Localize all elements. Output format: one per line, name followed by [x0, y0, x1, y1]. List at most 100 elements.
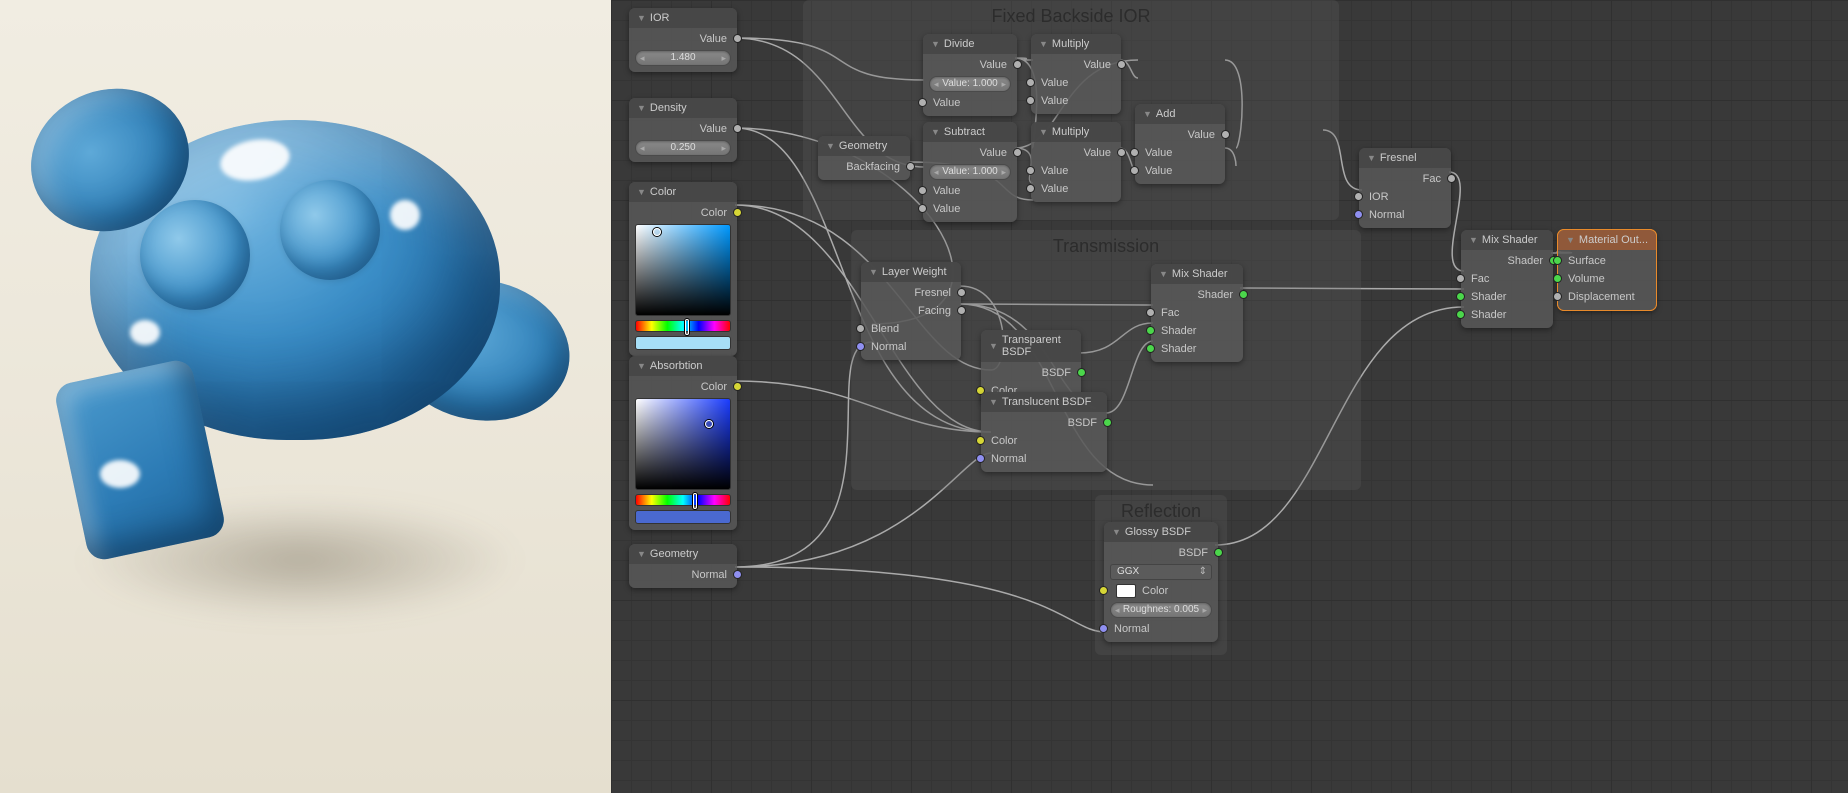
output-shader: Shader — [1461, 252, 1553, 270]
frame-title: Transmission — [851, 230, 1361, 263]
socket-out[interactable] — [1103, 418, 1112, 427]
node-layer-weight[interactable]: ▼Layer Weight Fresnel Facing Blend Norma… — [861, 262, 961, 360]
distribution-select[interactable]: GGX — [1110, 564, 1212, 580]
socket-in[interactable] — [1130, 166, 1139, 175]
collapse-icon[interactable]: ▼ — [1039, 39, 1048, 49]
roughness-field[interactable]: Roughnes: 0.005 — [1110, 602, 1212, 618]
collapse-icon[interactable]: ▼ — [1566, 235, 1575, 245]
socket-out[interactable] — [1013, 60, 1022, 69]
collapse-icon[interactable]: ▼ — [989, 397, 998, 407]
socket-out[interactable] — [733, 570, 742, 579]
node-glossy-bsdf[interactable]: ▼Glossy BSDF BSDF GGX Color Roughnes: 0.… — [1104, 522, 1218, 642]
collapse-icon[interactable]: ▼ — [1143, 109, 1152, 119]
socket-out[interactable] — [957, 306, 966, 315]
socket-out[interactable] — [906, 162, 915, 171]
socket-in[interactable] — [1026, 184, 1035, 193]
collapse-icon[interactable]: ▼ — [637, 187, 646, 197]
output-value: Value — [1031, 144, 1121, 162]
node-divide[interactable]: ▼Divide Value Value: 1.000 Value — [923, 34, 1017, 116]
socket-in[interactable] — [1456, 310, 1465, 319]
output-value: Value — [1031, 56, 1121, 74]
collapse-icon[interactable]: ▼ — [826, 141, 835, 151]
node-add[interactable]: ▼Add Value Value Value — [1135, 104, 1225, 184]
node-density[interactable]: ▼Density Value 0.250 — [629, 98, 737, 162]
socket-out[interactable] — [1221, 130, 1230, 139]
socket-out[interactable] — [1117, 60, 1126, 69]
socket-out[interactable] — [1013, 148, 1022, 157]
socket-in[interactable] — [1026, 78, 1035, 87]
socket-out[interactable] — [1117, 148, 1126, 157]
input-top[interactable]: Value: 1.000 — [929, 76, 1011, 92]
node-multiply[interactable]: ▼Multiply Value Value Value — [1031, 34, 1121, 114]
socket-out[interactable] — [733, 34, 742, 43]
socket-in[interactable] — [1130, 148, 1139, 157]
node-mix-shader[interactable]: ▼Mix Shader Shader Fac Shader Shader — [1461, 230, 1553, 328]
socket-in[interactable] — [918, 98, 927, 107]
output-fac: Fac — [1359, 170, 1451, 188]
socket-out[interactable] — [733, 208, 742, 217]
color-picker[interactable] — [635, 398, 731, 524]
socket-in[interactable] — [1146, 308, 1155, 317]
socket-in[interactable] — [1553, 256, 1562, 265]
socket-in[interactable] — [1146, 344, 1155, 353]
node-translucent-bsdf[interactable]: ▼Translucent BSDF BSDF Color Normal — [981, 392, 1107, 472]
node-editor[interactable]: .w{stroke:#aaa;stroke-width:1.5;fill:non… — [611, 0, 1848, 793]
socket-in[interactable] — [918, 186, 927, 195]
node-fresnel[interactable]: ▼Fresnel Fac IOR Normal — [1359, 148, 1451, 228]
color-swatch[interactable] — [1116, 584, 1136, 598]
socket-out[interactable] — [1447, 174, 1456, 183]
node-color[interactable]: ▼Color Color — [629, 182, 737, 356]
socket-in[interactable] — [1099, 586, 1108, 595]
socket-in[interactable] — [1456, 274, 1465, 283]
value-field[interactable]: 0.250 — [635, 140, 731, 156]
node-geometry-backfacing[interactable]: ▼Geometry Backfacing — [818, 136, 910, 180]
socket-in[interactable] — [976, 454, 985, 463]
collapse-icon[interactable]: ▼ — [637, 13, 646, 23]
socket-in[interactable] — [1026, 166, 1035, 175]
collapse-icon[interactable]: ▼ — [1112, 527, 1121, 537]
socket-in[interactable] — [1026, 96, 1035, 105]
collapse-icon[interactable]: ▼ — [989, 341, 998, 351]
socket-in[interactable] — [976, 436, 985, 445]
socket-out[interactable] — [1239, 290, 1248, 299]
socket-in[interactable] — [1553, 292, 1562, 301]
node-ior[interactable]: ▼IOR Value 1.480 — [629, 8, 737, 72]
socket-out[interactable] — [1214, 548, 1223, 557]
socket-in[interactable] — [856, 342, 865, 351]
collapse-icon[interactable]: ▼ — [1039, 127, 1048, 137]
collapse-icon[interactable]: ▼ — [869, 267, 878, 277]
collapse-icon[interactable]: ▼ — [637, 361, 646, 371]
socket-in[interactable] — [1099, 624, 1108, 633]
socket-out[interactable] — [957, 288, 966, 297]
socket-out[interactable] — [1077, 368, 1086, 377]
node-geometry[interactable]: ▼Geometry Normal — [629, 544, 737, 588]
socket-out[interactable] — [733, 124, 742, 133]
output-value: Value — [923, 144, 1017, 162]
node-title: Multiply — [1052, 126, 1089, 138]
collapse-icon[interactable]: ▼ — [1367, 153, 1376, 163]
socket-out[interactable] — [733, 382, 742, 391]
collapse-icon[interactable]: ▼ — [1159, 269, 1168, 279]
color-picker[interactable] — [635, 224, 731, 350]
node-material-output[interactable]: ▼Material Out... Surface Volume Displace… — [1558, 230, 1656, 310]
node-multiply[interactable]: ▼Multiply Value Value Value — [1031, 122, 1121, 202]
node-title: Density — [650, 102, 687, 114]
output-value: Value — [923, 56, 1017, 74]
socket-in[interactable] — [1456, 292, 1465, 301]
socket-in[interactable] — [1553, 274, 1562, 283]
socket-in[interactable] — [1146, 326, 1155, 335]
value-field[interactable]: 1.480 — [635, 50, 731, 66]
socket-in[interactable] — [918, 204, 927, 213]
collapse-icon[interactable]: ▼ — [637, 549, 646, 559]
node-subtract[interactable]: ▼Subtract Value Value: 1.000 Value Value — [923, 122, 1017, 222]
collapse-icon[interactable]: ▼ — [931, 127, 940, 137]
node-absorption[interactable]: ▼Absorbtion Color — [629, 356, 737, 530]
input-top[interactable]: Value: 1.000 — [929, 164, 1011, 180]
node-mix-shader[interactable]: ▼Mix Shader Shader Fac Shader Shader — [1151, 264, 1243, 362]
socket-in[interactable] — [856, 324, 865, 333]
collapse-icon[interactable]: ▼ — [931, 39, 940, 49]
collapse-icon[interactable]: ▼ — [637, 103, 646, 113]
collapse-icon[interactable]: ▼ — [1469, 235, 1478, 245]
socket-in[interactable] — [1354, 210, 1363, 219]
socket-in[interactable] — [1354, 192, 1363, 201]
